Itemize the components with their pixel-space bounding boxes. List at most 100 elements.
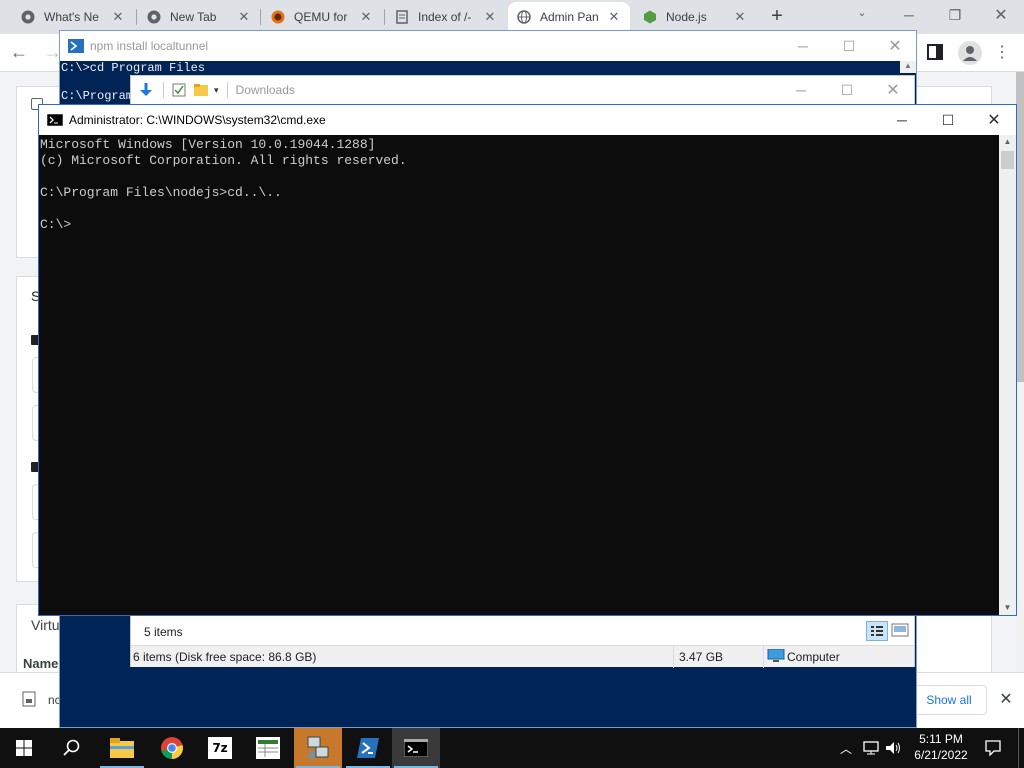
window-title: npm install localtunnel [90,39,209,53]
cmd-window: Administrator: C:\WINDOWS\system32\cmd.e… [38,104,1017,616]
new-tab-button[interactable]: + [764,5,790,29]
tab-label: QEMU for [294,10,348,24]
scroll-up-icon[interactable]: ▲ [999,135,1016,149]
cmd-scrollbar[interactable]: ▲ ▼ [999,135,1016,615]
explorer-title-bar[interactable]: ▾ Downloads ─ ☐ ✕ [131,76,914,104]
computer-icon [767,648,785,663]
tab-close-icon[interactable]: ✕ [110,9,126,25]
clock-date: 6/21/2022 [914,748,968,762]
clock-time: 5:11 PM [919,732,963,746]
disk-free-space: 6 items (Disk free space: 86.8 GB) [133,650,317,664]
taskbar-network-manager[interactable] [294,728,342,768]
show-desktop-button[interactable] [1018,728,1024,768]
console-line: Microsoft Windows [Version 10.0.19044.12… [40,137,376,152]
maximize-icon[interactable]: ☐ [824,76,870,104]
volume-icon[interactable] [884,728,904,768]
tab-close-icon[interactable]: ✕ [236,9,252,25]
close-download-shelf-icon[interactable]: ✕ [996,689,1016,709]
minimize-icon[interactable]: ─ [780,31,826,61]
download-arrow-icon [137,81,155,99]
page-scrollbar[interactable] [1016,72,1024,672]
tab-label: What's Ne [44,10,99,24]
taskbar-spreadsheet[interactable] [244,728,292,768]
close-icon[interactable]: ✕ [870,76,916,104]
window-title: Administrator: C:\WINDOWS\system32\cmd.e… [69,113,326,127]
tab-close-icon[interactable]: ✕ [358,9,374,25]
scroll-down-icon[interactable]: ▼ [999,601,1016,615]
item-count: 5 items [144,625,183,639]
section-heading: Virtu [31,617,60,633]
more-menu-icon[interactable]: ⋮ [992,42,1012,64]
side-panel-icon[interactable] [926,43,948,63]
minimize-icon[interactable]: ─ [778,76,824,104]
total-size: 3.47 GB [679,650,724,664]
tab-admin-panel[interactable]: Admin Pan ✕ [508,2,630,32]
scrollbar-thumb[interactable] [1001,151,1014,169]
taskbar-cmd[interactable] [392,728,440,768]
show-all-downloads-button[interactable]: Show all [911,685,987,715]
search-button[interactable] [48,728,96,768]
tab-nodejs[interactable]: Node.js ✕ [634,2,756,32]
customize-quick-access-icon[interactable]: ▾ [214,85,219,96]
tab-search-icon[interactable]: ⌄ [850,6,874,24]
new-folder-icon[interactable] [194,84,208,96]
scrollbar-thumb[interactable] [1016,72,1024,382]
tab-label: Index of /- [418,10,472,24]
taskbar: 7z ︿ 5:11 PM 6/21/2022 [0,728,1024,768]
close-icon[interactable]: ✕ [872,31,918,61]
column-header-name: Name [23,656,59,671]
tab-close-icon[interactable]: ✕ [732,9,748,25]
start-button[interactable] [0,728,48,768]
scroll-up-icon[interactable]: ▲ [900,61,916,73]
globe-icon [516,9,532,25]
powershell-title-bar[interactable]: npm install localtunnel ─ ☐ ✕ [60,31,916,61]
properties-icon[interactable] [172,83,186,97]
tab-close-icon[interactable]: ✕ [606,9,622,25]
close-icon[interactable]: ✕ [978,0,1024,30]
powershell-icon [68,39,84,53]
console-line: (c) Microsoft Corporation. All rights re… [40,153,407,168]
tab-qemu[interactable]: QEMU for ✕ [262,2,382,32]
powershell-icon [357,738,379,758]
7zip-icon: 7z [208,737,232,759]
minimize-icon[interactable]: ─ [886,0,932,30]
chrome-icon [146,9,162,25]
large-icons-view-icon[interactable] [891,622,909,638]
tab-index-of[interactable]: Index of /- ✕ [386,2,506,32]
cmd-console-output[interactable]: Microsoft Windows [Version 10.0.19044.12… [39,135,1000,615]
tab-label: Admin Pan [540,10,599,24]
cmd-icon [46,113,64,127]
notifications-icon[interactable] [978,728,1008,768]
taskbar-powershell[interactable] [344,728,392,768]
taskbar-chrome[interactable] [148,728,196,768]
explorer-status-bar: 5 items [131,617,914,645]
details-view-icon[interactable] [866,621,888,641]
cmd-icon [404,739,428,757]
index-icon [394,9,410,25]
console-line: C:\>cd Program Files [61,61,206,75]
taskbar-file-explorer[interactable] [98,728,146,768]
profile-avatar[interactable] [958,41,982,65]
location-label: Computer [787,650,840,664]
chrome-icon [20,9,36,25]
system-clock[interactable]: 5:11 PM 6/21/2022 [908,731,974,763]
tab-close-icon[interactable]: ✕ [482,9,498,25]
tab-whats-new[interactable]: What's Ne ✕ [12,2,134,32]
restore-icon[interactable]: ❐ [932,0,978,30]
tab-new-tab[interactable]: New Tab ✕ [138,2,260,32]
taskbar-7zip[interactable]: 7z [196,728,244,768]
browser-tab-strip: What's Ne ✕ New Tab ✕ QEMU for ✕ Index o… [0,0,1024,34]
chrome-icon [161,737,183,759]
back-arrow-icon[interactable]: ← [10,42,34,64]
show-hidden-icons-icon[interactable]: ︿ [838,728,854,768]
console-line: C:\Program Files\nodejs>cd..\.. [40,185,282,200]
network-icon[interactable] [862,728,880,768]
maximize-icon[interactable]: ☐ [925,105,971,135]
download-file-icon [22,691,36,707]
maximize-icon[interactable]: ☐ [826,31,872,61]
cmd-title-bar[interactable]: Administrator: C:\WINDOWS\system32\cmd.e… [39,105,1016,135]
start-icon [16,740,32,756]
qemu-icon [270,9,286,25]
close-icon[interactable]: ✕ [971,105,1017,135]
minimize-icon[interactable]: ─ [879,105,925,135]
